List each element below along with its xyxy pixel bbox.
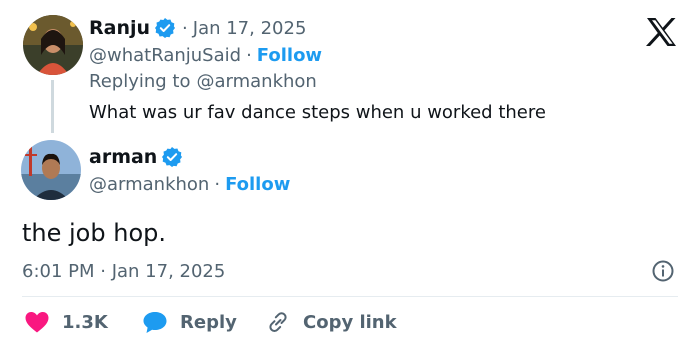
reply-follow-button[interactable]: Follow: [225, 174, 290, 195]
parent-avatar[interactable]: [23, 15, 83, 75]
parent-follow-button[interactable]: Follow: [257, 45, 322, 66]
heart-icon: [25, 312, 49, 333]
reply-tweet-text: the job hop.: [22, 219, 166, 247]
parent-header: Ranju · Jan 17, 2025: [89, 15, 306, 41]
reply-label: Reply: [180, 311, 237, 333]
parent-tweet-text: What was ur fav dance steps when u worke…: [89, 101, 546, 123]
replying-to-handle[interactable]: @armankhon: [196, 71, 316, 92]
copy-link-label: Copy link: [303, 311, 397, 333]
reply-handle[interactable]: @armankhon: [89, 174, 209, 195]
verified-badge-icon: [154, 17, 176, 39]
copy-link-button[interactable]: Copy link: [265, 308, 397, 336]
verified-badge-icon: [161, 146, 183, 168]
parent-separator: ·: [182, 17, 188, 39]
link-icon: [269, 312, 287, 332]
info-icon[interactable]: [651, 259, 675, 283]
handle-separator: ·: [214, 173, 221, 195]
reply-timestamp[interactable]: 6:01 PM · Jan 17, 2025: [22, 259, 225, 283]
like-button[interactable]: 1.3K: [24, 308, 108, 336]
x-logo-icon[interactable]: [645, 17, 677, 47]
parent-date[interactable]: Jan 17, 2025: [193, 18, 307, 39]
replying-to-label: Replying to: [89, 70, 191, 92]
parent-handle[interactable]: @whatRanjuSaid: [89, 45, 241, 66]
parent-author-name[interactable]: Ranju: [89, 17, 150, 39]
like-count: 1.3K: [62, 311, 108, 333]
parent-handle-row: @whatRanjuSaid · Follow: [89, 43, 322, 67]
reply-bubble-icon: [143, 312, 167, 333]
reply-author-name[interactable]: arman: [89, 146, 157, 168]
reply-handle-row: @armankhon · Follow: [89, 172, 290, 196]
thread-connector-line: [51, 80, 54, 133]
reply-avatar[interactable]: [21, 140, 81, 200]
handle-separator: ·: [246, 44, 252, 66]
divider: [22, 296, 678, 297]
replying-to-row: Replying to @armankhon: [89, 69, 317, 93]
reply-button[interactable]: Reply: [142, 308, 237, 336]
reply-header: arman: [89, 144, 183, 170]
